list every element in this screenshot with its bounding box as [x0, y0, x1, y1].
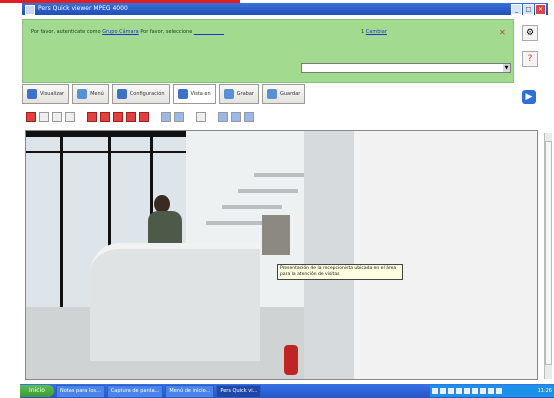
tab-bar: Visualizar Menú Configuración Vista en G…: [22, 84, 306, 106]
home-icon[interactable]: [139, 112, 149, 122]
reception-counter: [90, 243, 260, 361]
tray-icon[interactable]: [472, 388, 478, 394]
snapshot-icon[interactable]: [196, 112, 206, 122]
stair-step: [222, 205, 282, 209]
red-vase: [284, 345, 298, 375]
tray-icon[interactable]: [480, 388, 486, 394]
tab-guardar[interactable]: Guardar: [261, 84, 306, 104]
layout-grid-icon[interactable]: [244, 112, 254, 122]
layout-quad-icon[interactable]: [231, 112, 241, 122]
layout-single-icon[interactable]: [218, 112, 228, 122]
receptionist-torso: [148, 211, 182, 247]
tab-menu[interactable]: Menú: [72, 84, 109, 104]
camera-tooltip: Presentación de la recepcionista ubicada…: [277, 264, 403, 280]
taskbar-item[interactable]: Captura de panta...: [106, 384, 164, 398]
iris-open-icon[interactable]: [161, 112, 171, 122]
tab-visualizar[interactable]: Visualizar: [22, 84, 70, 104]
tab-label: Visualizar: [40, 91, 65, 97]
info-prefix: Por favor, autenticate como: [31, 29, 101, 35]
camera-controls: [26, 112, 254, 122]
focus-near-icon[interactable]: [52, 112, 62, 122]
tray-icon[interactable]: [496, 388, 502, 394]
window-titlebar: Pers Quick viewer MPEG 4000 _ □ ×: [22, 3, 548, 15]
receptionist: [148, 195, 188, 247]
tab-label: Vista en: [190, 91, 211, 97]
user-link[interactable]: Grupo Cámara: [102, 29, 139, 35]
help-icon[interactable]: ?: [522, 51, 538, 67]
tab-configuracion[interactable]: Configuración: [111, 84, 170, 104]
iris-close-icon[interactable]: [174, 112, 184, 122]
record-icon: [223, 89, 234, 99]
tab-label: Grabar: [236, 91, 254, 97]
tilt-down-icon[interactable]: [126, 112, 136, 122]
window-transom: [26, 151, 186, 153]
tray-icon[interactable]: [448, 388, 454, 394]
pan-left-icon[interactable]: [87, 112, 97, 122]
tab-grabar[interactable]: Grabar: [218, 84, 259, 104]
tray-icon[interactable]: [456, 388, 462, 394]
pan-right-icon[interactable]: [100, 112, 110, 122]
config-icon: [116, 89, 127, 99]
focus-far-icon[interactable]: [65, 112, 75, 122]
tab-label: Menú: [90, 91, 104, 97]
select-link[interactable]: ____________: [194, 29, 224, 35]
stair-step: [206, 221, 266, 225]
zoom-in-icon[interactable]: [26, 112, 36, 122]
minimize-button[interactable]: _: [511, 4, 522, 15]
clock: 11:26: [537, 388, 552, 394]
date-link[interactable]: Cambiar: [366, 29, 387, 35]
close-info-icon[interactable]: ✕: [499, 28, 506, 37]
scrollbar-thumb[interactable]: [545, 141, 552, 365]
info-mid: Por favor, seleccione: [140, 29, 193, 35]
tray-icon[interactable]: [432, 388, 438, 394]
app-icon: [25, 5, 35, 15]
zoom-out-icon[interactable]: [39, 112, 49, 122]
menu-icon: [77, 89, 88, 99]
info-bar: Por favor, autenticate como Grupo Cámara…: [22, 19, 514, 83]
display-shelf: [262, 215, 290, 255]
video-panel: Presentación de la recepcionista ubicada…: [25, 130, 538, 380]
stair-step: [238, 189, 298, 193]
tab-label: Configuración: [129, 91, 165, 97]
app-frame: Por favor, autenticate como Grupo Cámara…: [22, 15, 552, 385]
window-mullion: [60, 131, 63, 307]
view-icon: [27, 89, 37, 99]
tilt-up-icon[interactable]: [113, 112, 123, 122]
taskbar-item[interactable]: Notas para los...: [56, 384, 105, 398]
system-tray: 11:26: [430, 385, 554, 397]
taskbar-item[interactable]: Menú de inicio...: [165, 384, 215, 398]
close-window-button[interactable]: ×: [535, 4, 546, 15]
date-area: 1 Cambiar: [361, 29, 387, 35]
taskbar: Inicio Notas para los... Captura de pant…: [20, 384, 554, 398]
tab-label: Guardar: [279, 91, 301, 97]
tab-vista[interactable]: Vista en: [172, 84, 216, 104]
stream-select[interactable]: ▼: [301, 63, 511, 73]
vertical-scrollbar[interactable]: [544, 133, 552, 379]
tray-icon[interactable]: [464, 388, 470, 394]
save-icon: [266, 89, 277, 99]
play-icon[interactable]: ▶: [522, 90, 536, 104]
start-button[interactable]: Inicio: [20, 385, 54, 397]
tray-icon[interactable]: [440, 388, 446, 394]
chevron-down-icon: ▼: [503, 64, 510, 72]
window-title: Pers Quick viewer MPEG 4000: [38, 5, 128, 12]
column: [304, 131, 354, 379]
info-text: Por favor, autenticate como Grupo Cámara…: [31, 29, 224, 35]
camera-feed[interactable]: [26, 131, 354, 379]
camera-icon: [177, 89, 188, 99]
settings-icon[interactable]: ⚙: [522, 25, 538, 41]
maximize-button[interactable]: □: [523, 4, 534, 15]
tray-icon[interactable]: [488, 388, 494, 394]
taskbar-item-active[interactable]: Pers Quick vi...: [216, 384, 262, 398]
ceiling-beam: [26, 131, 186, 137]
